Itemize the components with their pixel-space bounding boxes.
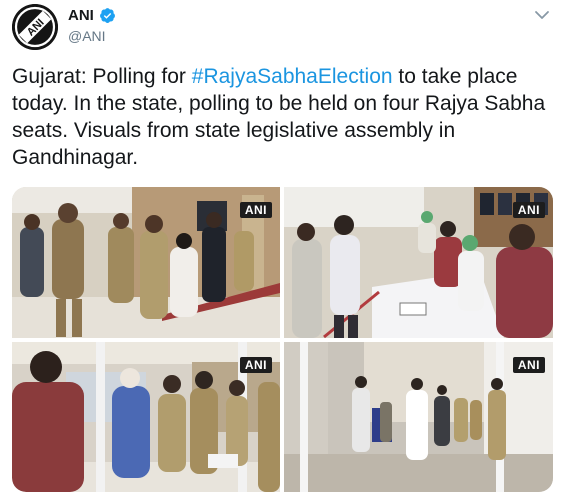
ani-watermark: ANI (239, 357, 272, 373)
ani-watermark: ANI (512, 357, 545, 373)
hashtag-link[interactable]: #RajyaSabhaElection (192, 65, 393, 88)
tweet-text: Gujarat: Polling for #RajyaSabhaElection… (12, 63, 547, 171)
tweet-menu-button[interactable] (531, 4, 553, 26)
media-grid: ANI ANI ANI ANI (12, 187, 553, 492)
photo-police-corridor[interactable]: ANI (12, 187, 280, 338)
chevron-down-icon (535, 11, 549, 19)
avatar[interactable]: ANI (12, 4, 58, 50)
author-name-row: ANI (68, 7, 116, 24)
photo-assembly-hall[interactable]: ANI (284, 342, 553, 492)
display-name[interactable]: ANI (68, 7, 94, 24)
tweet-card: ANI ANI @ANI Gujarat: Polling for #Rajya… (0, 0, 565, 500)
verified-badge-icon (99, 8, 115, 23)
tweet-text-start: Gujarat: Polling for (12, 65, 192, 88)
author-handle[interactable]: @ANI (68, 28, 106, 44)
ani-watermark: ANI (239, 202, 272, 218)
ani-logo-icon: ANI (12, 4, 58, 50)
photo-officials-entrance[interactable]: ANI (12, 342, 280, 492)
photo-polling-booth[interactable]: ANI (284, 187, 553, 338)
ani-watermark: ANI (512, 202, 545, 218)
